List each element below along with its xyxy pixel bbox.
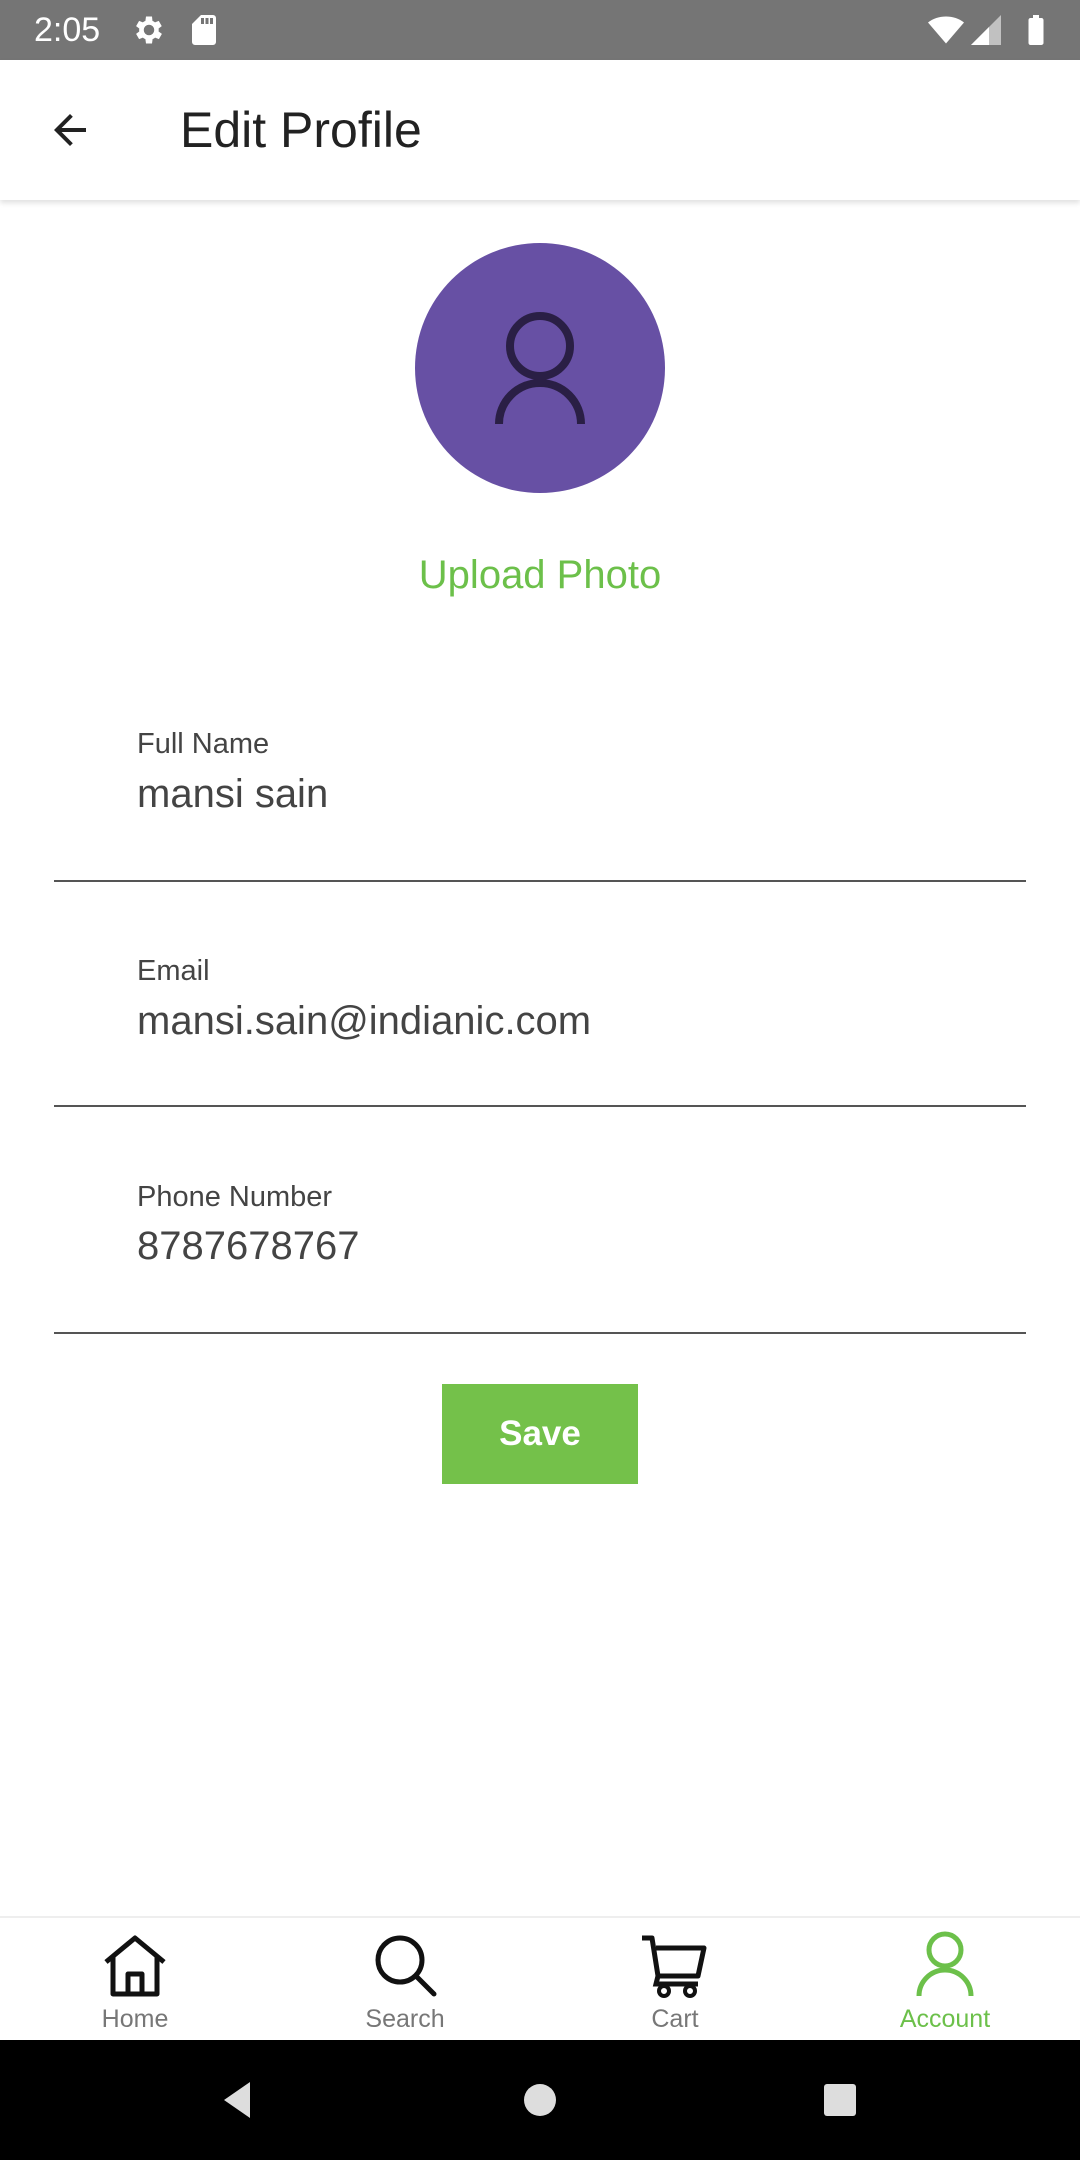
- nav-label-account: Account: [899, 2005, 991, 2033]
- gear-icon: [131, 12, 167, 48]
- cart-icon: [640, 1930, 710, 2000]
- nav-item-cart[interactable]: Cart: [540, 1918, 810, 2042]
- square-recents-icon: [824, 2084, 856, 2116]
- person-icon: [495, 312, 585, 425]
- back-button[interactable]: [36, 98, 104, 162]
- full-name-value[interactable]: mansi sain: [137, 770, 328, 818]
- nav-item-search[interactable]: Search: [270, 1918, 540, 2042]
- phone-value[interactable]: 8787678767: [137, 1222, 359, 1270]
- nav-label-cart: Cart: [651, 2005, 699, 2033]
- circle-home-icon: [524, 2084, 556, 2116]
- system-recents-button[interactable]: [810, 2070, 870, 2130]
- upload-photo-link[interactable]: Upload Photo: [0, 550, 1080, 600]
- nav-item-home[interactable]: Home: [0, 1918, 270, 2042]
- page-title: Edit Profile: [180, 102, 422, 158]
- system-back-button[interactable]: [208, 2070, 268, 2130]
- nav-label-search: Search: [365, 2005, 445, 2033]
- email-field[interactable]: Email mansi.sain@indianic.com: [54, 927, 1026, 1107]
- home-icon: [100, 1930, 170, 2000]
- battery-icon: [1018, 12, 1054, 48]
- system-nav-bar: [0, 2040, 1080, 2160]
- status-time: 2:05: [34, 11, 101, 49]
- phone-label: Phone Number: [137, 1181, 333, 1213]
- arrow-left-icon: [54, 114, 86, 146]
- person-icon: [910, 1930, 980, 2000]
- phone-field[interactable]: Phone Number 8787678767: [54, 1153, 1026, 1334]
- full-name-field[interactable]: Full Name mansi sain: [54, 700, 1026, 882]
- wifi-icon: [928, 12, 964, 48]
- email-label: Email: [137, 955, 210, 987]
- save-button[interactable]: Save: [442, 1384, 638, 1484]
- status-bar: 2:05: [0, 0, 1080, 60]
- signal-icon: [968, 12, 1004, 48]
- nav-item-account[interactable]: Account: [810, 1918, 1080, 2042]
- search-icon: [370, 1930, 440, 2000]
- nav-label-home: Home: [101, 2005, 169, 2033]
- full-name-label: Full Name: [137, 728, 270, 760]
- email-value[interactable]: mansi.sain@indianic.com: [137, 997, 591, 1045]
- triangle-back-icon: [224, 2082, 250, 2118]
- system-home-button[interactable]: [510, 2070, 570, 2130]
- sd-card-icon: [186, 12, 222, 48]
- app-bar: Edit Profile: [0, 60, 1080, 200]
- avatar[interactable]: [415, 243, 665, 493]
- bottom-nav: Home Search Cart Account: [0, 1916, 1080, 2040]
